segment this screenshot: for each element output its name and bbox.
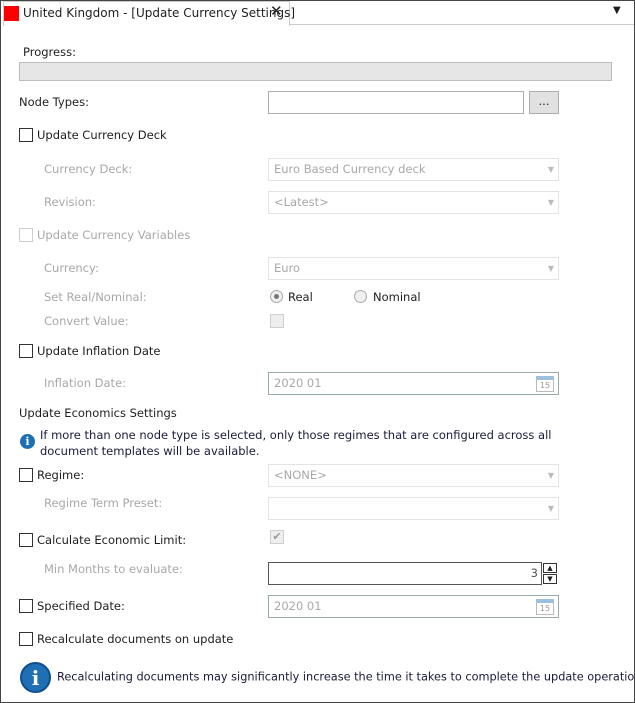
progress-label: Progress: [23,45,76,59]
dropdown-arrow-icon: ▼ [547,264,554,273]
update-inflation-date-checkbox[interactable] [19,344,33,358]
regime-label: Regime: [37,468,85,482]
convert-value-label: Convert Value: [44,314,129,328]
calculate-economic-limit-checkbox[interactable] [19,533,33,547]
recalculate-label: Recalculate documents on update [37,632,234,646]
revision-label: Revision: [44,195,96,209]
currency-value: Euro [274,261,301,275]
browse-button[interactable]: ... [529,91,559,114]
tab-title: United Kingdom - [Update Currency Settin… [23,6,296,20]
min-months-input[interactable]: 3 [268,562,542,585]
currency-label: Currency: [44,261,99,275]
economics-info-line2: document templates will be available. [40,444,260,458]
nominal-radio-label: Nominal [373,290,421,304]
inflation-date-value: 2020 01 [274,376,322,390]
economic-limit-checkmark-checkbox[interactable]: ✔ [270,530,284,544]
real-radio-label: Real [288,290,313,304]
min-months-label: Min Months to evaluate: [44,562,183,576]
regime-term-preset-dropdown[interactable]: ▼ [268,497,559,520]
specified-date-value: 2020 01 [274,599,322,613]
specified-date-checkbox[interactable] [19,599,33,613]
update-currency-variables-label: Update Currency Variables [37,228,191,242]
chevron-down-icon[interactable]: ▼ [613,5,621,16]
currency-deck-value: Euro Based Currency deck [274,162,426,176]
dropdown-arrow-icon: ▼ [547,165,554,174]
update-currency-variables-checkbox[interactable] [19,228,33,242]
close-icon[interactable]: ✕ [270,2,283,20]
calendar-icon[interactable]: 15 [536,376,554,392]
currency-deck-label: Currency Deck: [44,162,133,176]
info-icon: i [20,434,35,449]
regime-checkbox[interactable] [19,468,33,482]
recalculate-info: Recalculating documents may significantl… [57,670,635,684]
nominal-radio[interactable] [354,290,367,303]
node-types-input[interactable] [268,91,524,114]
real-nominal-label: Set Real/Nominal: [44,290,147,304]
spin-down-icon[interactable]: ▼ [543,574,557,584]
calculate-economic-limit-label: Calculate Economic Limit: [37,533,187,547]
regime-value: <NONE> [274,468,327,482]
update-currency-deck-checkbox[interactable] [19,128,33,142]
real-radio[interactable] [270,290,283,303]
update-currency-deck-label: Update Currency Deck [37,128,167,142]
dropdown-arrow-icon: ▼ [547,198,554,207]
node-types-label: Node Types: [19,95,89,109]
revision-value: <Latest> [274,195,329,209]
tab-strip-line [289,24,634,25]
economics-heading: Update Economics Settings [19,406,177,420]
currency-deck-dropdown[interactable]: Euro Based Currency deck ▼ [268,158,559,181]
specified-date-picker[interactable]: 2020 01 15 [268,595,559,618]
revision-dropdown[interactable]: <Latest> ▼ [268,191,559,214]
regime-term-preset-label: Regime Term Preset: [44,496,163,510]
regime-dropdown[interactable]: <NONE> ▼ [268,464,559,487]
update-inflation-date-label: Update Inflation Date [37,344,161,358]
convert-value-checkbox[interactable] [270,314,284,328]
inflation-date-picker[interactable]: 2020 01 15 [268,372,559,395]
info-large-icon: i [20,662,51,693]
recalculate-checkbox[interactable] [19,632,33,646]
flag-icon [4,6,19,21]
progress-bar [19,62,612,81]
specified-date-label: Specified Date: [37,599,125,613]
spin-up-icon[interactable]: ▲ [543,563,557,573]
calendar-icon[interactable]: 15 [536,599,554,615]
dropdown-arrow-icon: ▼ [547,504,554,513]
inflation-date-label: Inflation Date: [44,376,127,390]
economics-info-line1: If more than one node type is selected, … [40,428,552,442]
dropdown-arrow-icon: ▼ [547,471,554,480]
currency-dropdown[interactable]: Euro ▼ [268,257,559,280]
